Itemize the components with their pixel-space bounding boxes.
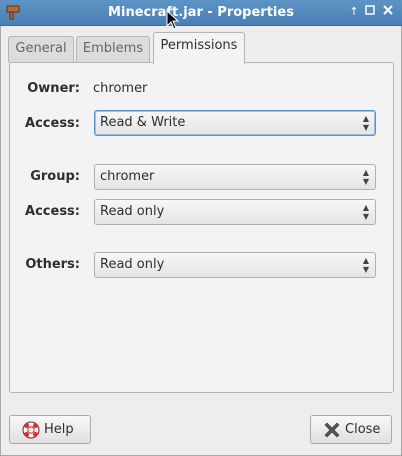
owner-access-label: Access: — [25, 116, 80, 131]
spin-arrows-icon: ▲ ▼ — [362, 256, 369, 274]
close-label: Close — [345, 422, 381, 437]
close-icon[interactable] — [381, 5, 395, 19]
arrow-up-icon[interactable]: ↑ — [347, 5, 361, 19]
close-button[interactable]: Close — [310, 415, 392, 444]
tab-permissions[interactable]: Permissions — [153, 32, 245, 64]
lifebuoy-icon — [22, 421, 40, 439]
maximize-icon[interactable] — [363, 5, 377, 19]
help-label: Help — [44, 422, 74, 437]
group-label: Group: — [30, 169, 80, 184]
permissions-panel: Owner: chromer Access: Read & Write ▲ ▼ G… — [9, 62, 394, 393]
owner-label: Owner: — [27, 81, 80, 96]
tab-general[interactable]: General — [8, 36, 74, 62]
others-access-select[interactable]: Read only ▲ ▼ — [94, 252, 376, 278]
others-label: Others: — [25, 257, 80, 272]
window-title: Minecraft.jar - Properties — [108, 5, 294, 20]
tab-emblems[interactable]: Emblems — [76, 36, 150, 62]
title-bar[interactable]: Minecraft.jar - Properties ↑ — [0, 0, 402, 26]
owner-value: chromer — [93, 81, 148, 96]
spin-arrows-icon: ▲ ▼ — [362, 203, 369, 221]
group-access-select[interactable]: Read only ▲ ▼ — [94, 199, 376, 225]
group-value: chromer — [100, 169, 155, 184]
owner-access-value: Read & Write — [100, 115, 186, 130]
others-access-value: Read only — [100, 257, 165, 272]
group-access-value: Read only — [100, 204, 165, 219]
group-select[interactable]: chromer ▲ ▼ — [94, 164, 376, 190]
spin-arrows-icon: ▲ ▼ — [362, 114, 369, 132]
owner-access-select[interactable]: Read & Write ▲ ▼ — [94, 110, 376, 136]
group-access-label: Access: — [25, 204, 80, 219]
close-x-icon — [324, 422, 340, 438]
spin-arrows-icon: ▲ ▼ — [362, 168, 369, 186]
help-button[interactable]: Help — [9, 415, 91, 444]
